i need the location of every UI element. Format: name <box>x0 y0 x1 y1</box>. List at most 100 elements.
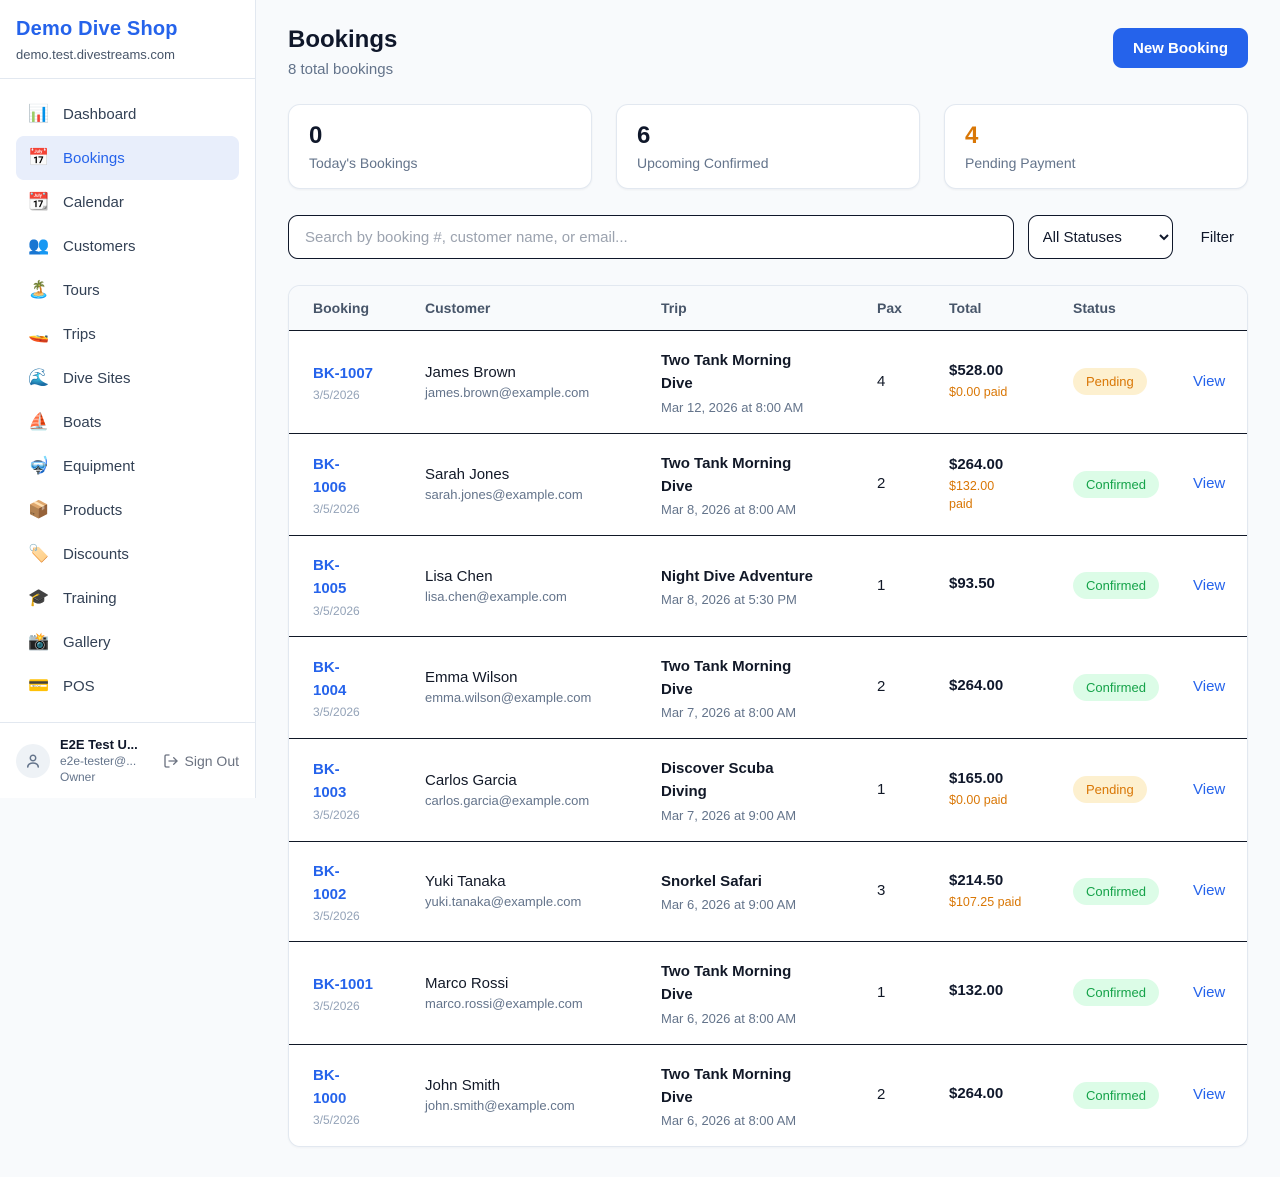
column-header-actions <box>1193 286 1247 331</box>
sidebar-item-training[interactable]: 🎓 Training <box>16 576 239 620</box>
status-filter-select[interactable]: All Statuses <box>1028 215 1173 259</box>
user-role: Owner <box>60 770 153 784</box>
trip-time: Mar 7, 2026 at 8:00 AM <box>661 705 867 720</box>
booking-number-link[interactable]: BK- 1006 <box>313 453 346 500</box>
sign-out-button[interactable]: Sign Out <box>163 753 239 769</box>
booking-number-link[interactable]: BK-1001 <box>313 973 373 996</box>
table-row: BK- 1004 3/5/2026 Emma Wilson emma.wilso… <box>289 636 1247 739</box>
view-link[interactable]: View <box>1193 373 1225 390</box>
graduation-cap-icon: 🎓 <box>28 588 50 608</box>
booking-date: 3/5/2026 <box>313 808 415 822</box>
customer-name: Lisa Chen <box>425 568 651 585</box>
trip-time: Mar 8, 2026 at 8:00 AM <box>661 502 867 517</box>
sidebar: Demo Dive Shop demo.test.divestreams.com… <box>0 0 256 798</box>
sidebar-item-customers[interactable]: 👥 Customers <box>16 224 239 268</box>
filter-row: All Statuses Filter <box>288 215 1248 259</box>
stat-card-pending-payment: 4 Pending Payment <box>944 104 1248 189</box>
table-row: BK- 1003 3/5/2026 Carlos Garcia carlos.g… <box>289 739 1247 842</box>
shop-domain: demo.test.divestreams.com <box>16 47 239 62</box>
sidebar-item-tours[interactable]: 🏝️ Tours <box>16 268 239 312</box>
trip-time: Mar 7, 2026 at 9:00 AM <box>661 808 867 823</box>
sidebar-item-label: Customers <box>63 238 136 255</box>
sidebar-item-discounts[interactable]: 🏷️ Discounts <box>16 532 239 576</box>
pax-count: 1 <box>877 781 885 798</box>
customer-name: Marco Rossi <box>425 975 651 992</box>
bookings-table-card: Booking Customer Trip Pax Total Status B… <box>288 285 1248 1147</box>
view-link[interactable]: View <box>1193 678 1225 695</box>
sidebar-item-dashboard[interactable]: 📊 Dashboard <box>16 92 239 136</box>
trip-time: Mar 12, 2026 at 8:00 AM <box>661 400 867 415</box>
user-name: E2E Test U... <box>60 737 153 752</box>
sidebar-item-boats[interactable]: ⛵ Boats <box>16 400 239 444</box>
column-header-booking: Booking <box>289 286 425 331</box>
customer-email: lisa.chen@example.com <box>425 589 651 604</box>
booking-number-link[interactable]: BK- 1002 <box>313 860 346 907</box>
total-amount: $132.00 <box>949 982 1063 999</box>
sidebar-item-products[interactable]: 📦 Products <box>16 488 239 532</box>
status-badge: Confirmed <box>1073 572 1159 599</box>
sidebar-item-label: Discounts <box>63 546 129 563</box>
sidebar-nav: 📊 Dashboard 📅 Bookings 📆 Calendar 👥 Cust… <box>0 79 255 722</box>
sidebar-item-label: Gallery <box>63 634 111 651</box>
customer-name: Sarah Jones <box>425 466 651 483</box>
sidebar-item-pos[interactable]: 💳 POS <box>16 664 239 708</box>
booking-number-link[interactable]: BK- 1005 <box>313 554 346 601</box>
bookings-table: Booking Customer Trip Pax Total Status B… <box>289 286 1247 1146</box>
table-row: BK-1007 3/5/2026 James Brown james.brown… <box>289 331 1247 434</box>
booking-date: 3/5/2026 <box>313 909 415 923</box>
sidebar-item-label: POS <box>63 678 95 695</box>
status-badge: Pending <box>1073 368 1147 395</box>
booking-date: 3/5/2026 <box>313 388 415 402</box>
sidebar-item-equipment[interactable]: 🤿 Equipment <box>16 444 239 488</box>
customer-name: Emma Wilson <box>425 669 651 686</box>
booking-number-link[interactable]: BK- 1004 <box>313 656 346 703</box>
view-link[interactable]: View <box>1193 984 1225 1001</box>
tag-icon: 🏷️ <box>28 544 50 564</box>
column-header-pax: Pax <box>877 286 949 331</box>
sidebar-item-dive-sites[interactable]: 🌊 Dive Sites <box>16 356 239 400</box>
booking-date: 3/5/2026 <box>313 999 415 1013</box>
booking-number-link[interactable]: BK-1007 <box>313 362 373 385</box>
trip-name: Discover Scuba Diving <box>661 757 867 804</box>
stat-value: 4 <box>965 122 1227 150</box>
sidebar-item-bookings[interactable]: 📅 Bookings <box>16 136 239 180</box>
paid-amount: $0.00 paid <box>949 383 1063 401</box>
view-link[interactable]: View <box>1193 1086 1225 1103</box>
table-row: BK-1001 3/5/2026 Marco Rossi marco.rossi… <box>289 942 1247 1045</box>
column-header-total: Total <box>949 286 1073 331</box>
main-content: Bookings 8 total bookings New Booking 0 … <box>256 0 1280 1177</box>
total-amount: $165.00 <box>949 770 1063 787</box>
total-amount: $264.00 <box>949 1085 1063 1102</box>
sidebar-item-trips[interactable]: 🚤 Trips <box>16 312 239 356</box>
stat-value: 6 <box>637 122 899 150</box>
status-badge: Pending <box>1073 776 1147 803</box>
sidebar-item-label: Equipment <box>63 458 135 475</box>
view-link[interactable]: View <box>1193 475 1225 492</box>
view-link[interactable]: View <box>1193 577 1225 594</box>
sidebar-item-calendar[interactable]: 📆 Calendar <box>16 180 239 224</box>
sidebar-item-gallery[interactable]: 📸 Gallery <box>16 620 239 664</box>
customer-email: marco.rossi@example.com <box>425 996 651 1011</box>
column-header-status: Status <box>1073 286 1193 331</box>
stat-value: 0 <box>309 122 571 150</box>
app-root: Demo Dive Shop demo.test.divestreams.com… <box>0 0 1280 1177</box>
wave-icon: 🌊 <box>28 368 50 388</box>
customer-email: emma.wilson@example.com <box>425 690 651 705</box>
sign-out-label: Sign Out <box>185 753 239 769</box>
status-badge: Confirmed <box>1073 878 1159 905</box>
stat-card-todays-bookings: 0 Today's Bookings <box>288 104 592 189</box>
pax-count: 1 <box>877 984 885 1001</box>
avatar <box>16 744 50 778</box>
view-link[interactable]: View <box>1193 882 1225 899</box>
booking-number-link[interactable]: BK- 1003 <box>313 758 346 805</box>
view-link[interactable]: View <box>1193 781 1225 798</box>
new-booking-button[interactable]: New Booking <box>1113 28 1248 68</box>
filter-button[interactable]: Filter <box>1187 229 1248 246</box>
logout-icon <box>163 753 179 769</box>
user-info: E2E Test U... e2e-tester@... Owner <box>60 737 153 784</box>
total-amount: $93.50 <box>949 575 1063 592</box>
search-input[interactable] <box>288 215 1014 259</box>
pax-count: 2 <box>877 1086 885 1103</box>
booking-number-link[interactable]: BK- 1000 <box>313 1064 346 1111</box>
bar-chart-icon: 📊 <box>28 104 50 124</box>
